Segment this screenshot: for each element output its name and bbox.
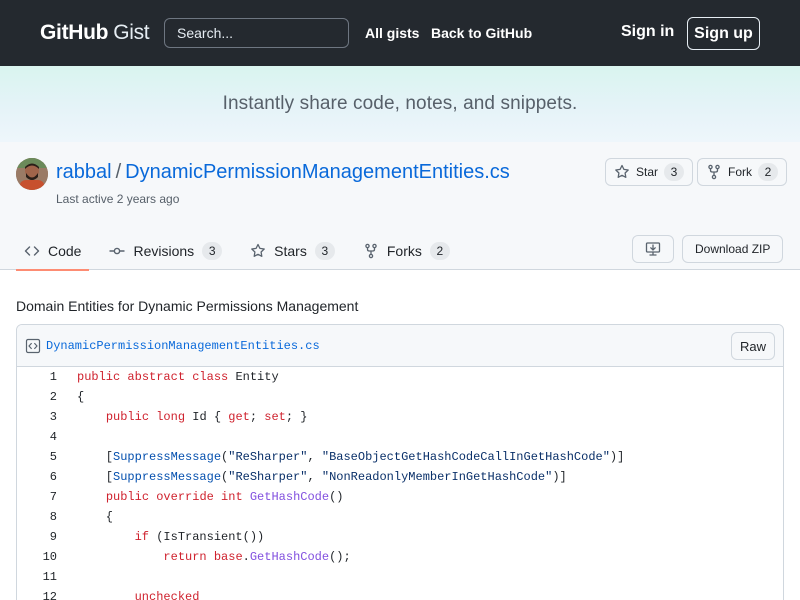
line-text: unchecked — [134, 590, 200, 600]
tab-code[interactable]: Code — [16, 226, 90, 271]
line-text: if (IsTransient()) — [134, 530, 265, 544]
all-gists-link[interactable]: All gists — [365, 25, 419, 41]
back-to-github-link[interactable]: Back to GitHub — [431, 25, 532, 41]
star-count: 3 — [664, 163, 685, 181]
logo-github-text: GitHub — [40, 21, 109, 44]
code-line: 7 public override int GetHashCode() — [17, 487, 783, 507]
gist-tabs: Code Revisions 3 Stars 3 Forks 2 — [16, 226, 470, 271]
line-text: public long Id { get; set; } — [105, 410, 308, 424]
code-line: 6 [SuppressMessage("ReSharper", "NonRead… — [17, 467, 783, 487]
github-gist-logo[interactable]: GitHub Gist — [40, 21, 150, 45]
star-icon — [615, 164, 629, 178]
tab-code-label: Code — [48, 243, 82, 259]
tab-revisions-label: Revisions — [133, 243, 195, 259]
code-line: 4 — [17, 427, 783, 447]
line-text: [SuppressMessage("ReSharper", "BaseObjec… — [77, 450, 625, 464]
line-number[interactable]: 3 — [17, 407, 67, 427]
fork-label: Fork — [728, 165, 752, 179]
code-line: 10 return base.GetHashCode(); — [17, 547, 783, 567]
commit-icon — [109, 247, 125, 255]
gist-description: Domain Entities for Dynamic Permissions … — [16, 298, 359, 314]
code-line: 9 if (IsTransient()) — [17, 527, 783, 547]
line-text: public override int GetHashCode() — [105, 490, 344, 504]
tab-forks[interactable]: Forks 2 — [355, 226, 458, 270]
line-number[interactable]: 6 — [17, 467, 67, 487]
fork-button[interactable]: Fork 2 — [697, 158, 787, 186]
fork-icon — [365, 243, 377, 259]
sign-in-link[interactable]: Sign in — [621, 23, 674, 41]
line-number[interactable]: 10 — [17, 547, 67, 567]
tab-stars[interactable]: Stars 3 — [242, 226, 343, 270]
code-line: 2{ — [17, 387, 783, 407]
code-line: 3 public long Id { get; set; } — [17, 407, 783, 427]
title-separator: / — [115, 161, 122, 183]
star-label: Star — [636, 165, 659, 179]
file-header: DynamicPermissionManagementEntities.cs R… — [17, 325, 783, 367]
avatar[interactable] — [16, 158, 48, 190]
code-line: 8 { — [17, 507, 783, 527]
gist-title: rabbal / DynamicPermissionManagementEntiti… — [56, 161, 510, 184]
star-icon — [251, 243, 266, 257]
download-zip-button[interactable]: Download ZIP — [682, 235, 784, 263]
file-box: DynamicPermissionManagementEntities.cs R… — [16, 324, 784, 600]
code-line: 11 — [17, 567, 783, 587]
fork-count: 2 — [758, 163, 778, 181]
line-text: { — [77, 390, 85, 404]
tab-stars-label: Stars — [274, 243, 307, 259]
embed-clone-button[interactable] — [632, 235, 674, 263]
line-text: [SuppressMessage("ReSharper", "NonReadon… — [77, 470, 567, 484]
avatar-image-icon — [16, 158, 48, 190]
tab-forks-label: Forks — [386, 243, 422, 259]
line-number[interactable]: 11 — [17, 567, 67, 587]
line-number[interactable]: 4 — [17, 427, 67, 447]
hero-tagline: Instantly share code, notes, and snippet… — [222, 93, 578, 114]
line-number[interactable]: 5 — [17, 447, 67, 467]
tab-revisions[interactable]: Revisions 3 — [101, 226, 230, 270]
line-number[interactable]: 8 — [17, 507, 67, 527]
last-active-text: Last active 2 years ago — [56, 192, 180, 206]
hero-banner: Instantly share code, notes, and snippet… — [0, 66, 800, 142]
line-text: { — [77, 510, 114, 524]
file-name-link[interactable]: DynamicPermissionManagementEntities.cs — [46, 339, 320, 353]
gist-owner-link[interactable]: rabbal — [56, 161, 112, 183]
line-number[interactable]: 2 — [17, 387, 67, 407]
star-button[interactable]: Star 3 — [605, 158, 694, 186]
line-number[interactable]: 1 — [17, 367, 67, 387]
line-number[interactable]: 9 — [17, 527, 67, 547]
fork-icon — [708, 164, 720, 180]
code-line: 1 public abstract class Entity — [17, 367, 783, 387]
top-header: GitHub Gist All gists Back to GitHub Sig… — [0, 0, 800, 66]
gist-name-link[interactable]: DynamicPermissionManagementEntities.cs — [125, 161, 510, 183]
raw-button[interactable]: Raw — [730, 332, 775, 360]
search-input[interactable] — [164, 18, 349, 48]
code-view: 1 public abstract class Entity 2{3 public … — [17, 367, 783, 600]
code-line: 5 [SuppressMessage("ReSharper", "BaseObj… — [17, 447, 783, 467]
revisions-count: 3 — [202, 242, 223, 260]
stars-count: 3 — [314, 242, 335, 260]
line-text: public abstract class Entity — [77, 370, 279, 384]
code-icon — [24, 246, 40, 256]
gist-header: rabbal / DynamicPermissionManagementEntiti… — [0, 142, 800, 271]
code-line: 12 unchecked — [17, 587, 783, 600]
desktop-download-icon — [645, 242, 661, 256]
forks-count: 2 — [429, 242, 450, 260]
line-text: return base.GetHashCode(); — [163, 550, 351, 564]
line-number[interactable]: 12 — [17, 587, 67, 600]
sign-up-button[interactable]: Sign up — [687, 17, 760, 50]
line-number[interactable]: 7 — [17, 487, 67, 507]
logo-gist-text: Gist — [113, 21, 150, 44]
code-square-icon — [25, 338, 41, 353]
